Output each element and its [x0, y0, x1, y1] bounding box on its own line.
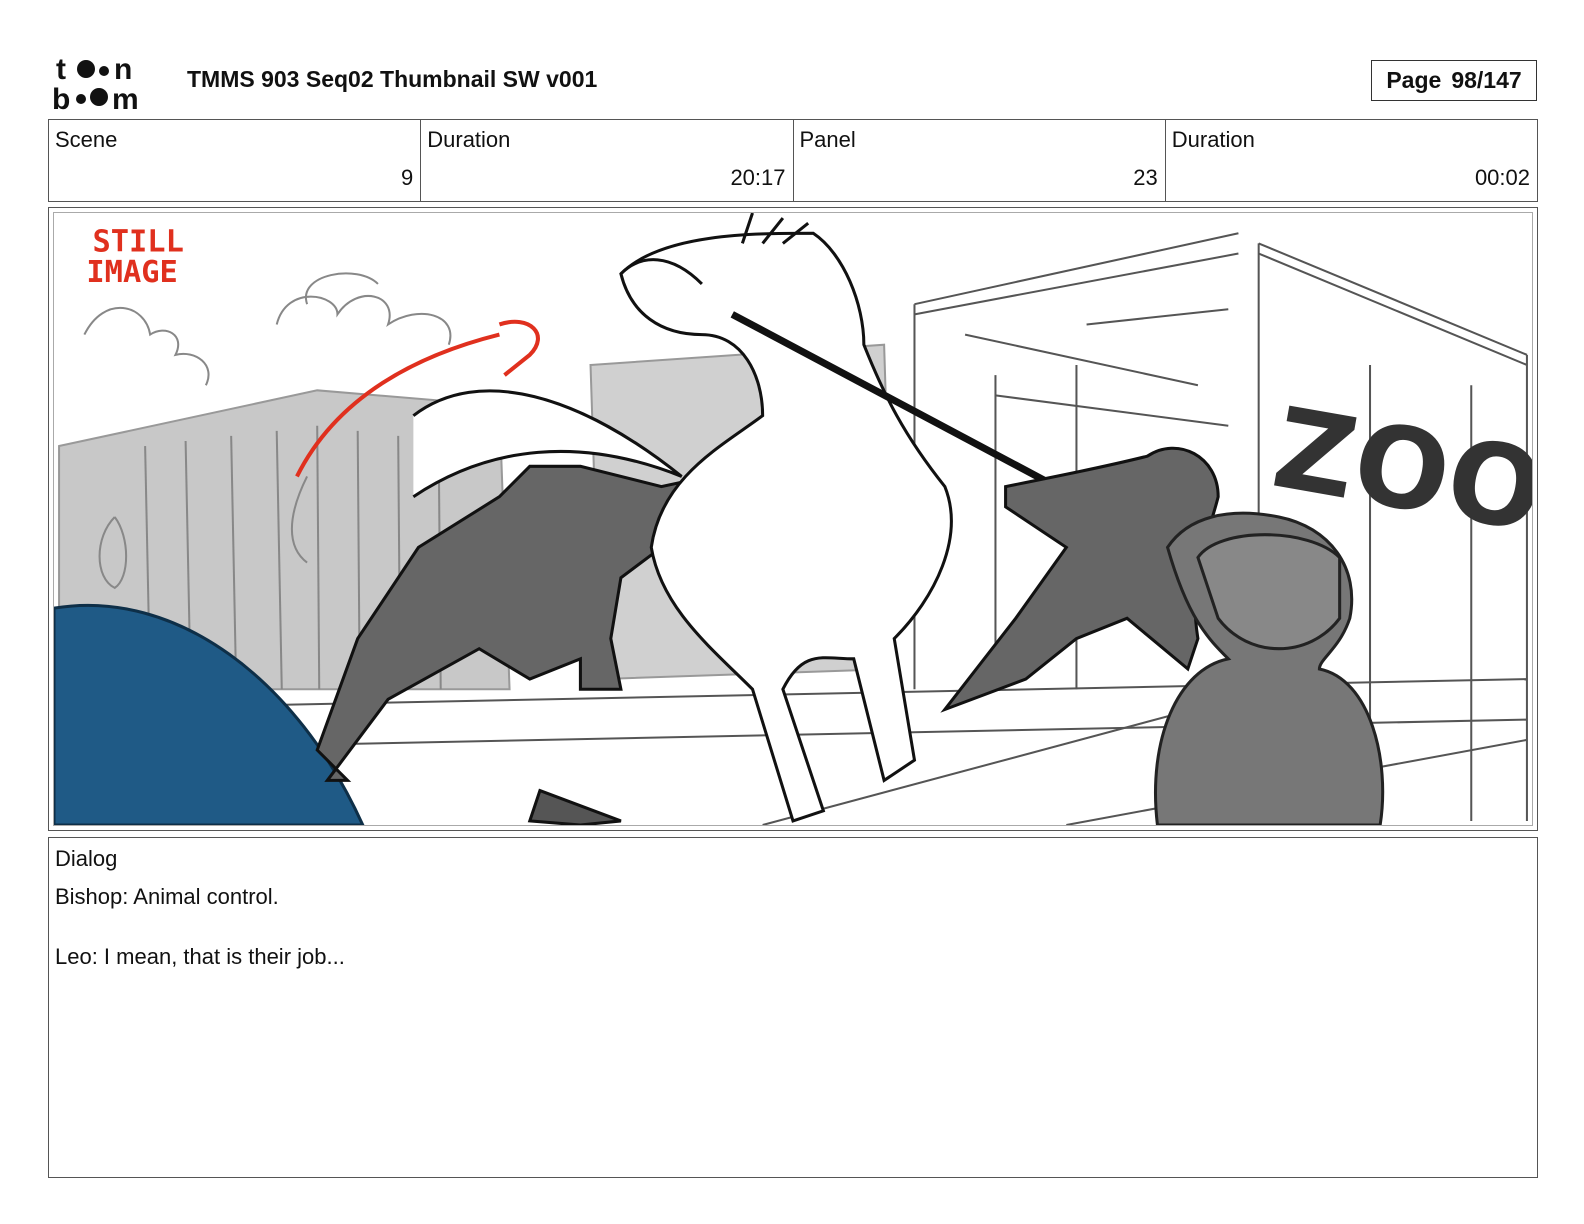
- still-image-line2: IMAGE: [86, 255, 177, 290]
- panel-info-row: Scene 9 Duration 20:17 Panel 23 Duration…: [48, 119, 1538, 202]
- panel-duration-cell: Duration 00:02: [1166, 120, 1537, 201]
- panel-duration-label: Duration: [1171, 127, 1255, 152]
- page-label: Page: [1386, 67, 1442, 93]
- storyboard-panel: ZOO STILL IMAGE: [48, 207, 1538, 831]
- scene-duration-label: Duration: [427, 127, 511, 152]
- dialog-label: Dialog: [55, 846, 118, 871]
- svg-text:t: t: [56, 53, 66, 86]
- page-indicator: Page 98/147: [1371, 60, 1537, 101]
- panel-value: 23: [1133, 165, 1158, 190]
- panel-duration-value: 00:02: [1474, 165, 1530, 190]
- dialog-text: Bishop: Animal control. Leo: I mean, tha…: [55, 884, 345, 969]
- scene-duration-value: 20:17: [730, 165, 786, 190]
- scene-cell: Scene 9: [49, 120, 422, 201]
- panel-label: Panel: [799, 127, 856, 152]
- scene-label: Scene: [55, 127, 118, 152]
- document-title: TMMS 903 Seq02 Thumbnail SW v001: [187, 66, 598, 92]
- scene-value: 9: [401, 165, 414, 190]
- svg-text:b: b: [52, 83, 70, 112]
- scene-duration-cell: Duration 20:17: [421, 120, 794, 201]
- panel-drawing: ZOO STILL IMAGE: [53, 212, 1533, 826]
- panel-cell: Panel 23: [794, 120, 1166, 201]
- page-number: 98/147: [1451, 67, 1522, 93]
- svg-text:m: m: [112, 83, 139, 112]
- storyboard-sketch: ZOO STILL IMAGE: [54, 213, 1532, 825]
- dialog-box: Dialog Bishop: Animal control. Leo: I me…: [48, 837, 1538, 1178]
- svg-text:n: n: [114, 53, 132, 86]
- toon-boom-logo: t n b m: [52, 52, 164, 116]
